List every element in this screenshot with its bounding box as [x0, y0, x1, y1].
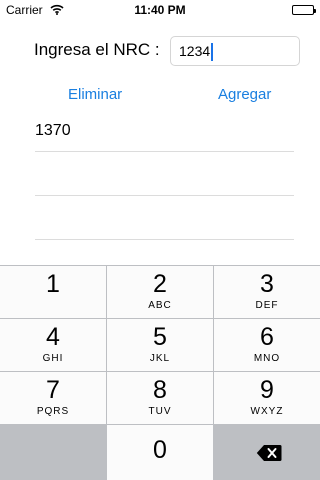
- key-4[interactable]: 4 GHI: [0, 319, 106, 371]
- key-8[interactable]: 8 TUV: [107, 372, 213, 424]
- battery-icon: [292, 5, 316, 15]
- delete-button[interactable]: Eliminar: [68, 86, 122, 103]
- backspace-icon: [256, 444, 282, 467]
- key-letters: MNO: [253, 353, 281, 364]
- key-2[interactable]: 2 ABC: [107, 266, 213, 318]
- key-letters: JKL: [149, 353, 171, 364]
- key-letters: ABC: [148, 300, 172, 311]
- nrc-list: 1370: [35, 117, 294, 240]
- key-digit: 0: [153, 436, 167, 464]
- key-digit: 7: [46, 376, 60, 404]
- key-blank: [0, 425, 106, 480]
- key-letters: DEF: [255, 300, 279, 311]
- key-5[interactable]: 5 JKL: [107, 319, 213, 371]
- key-digit: 3: [260, 270, 274, 298]
- list-item-label: 1370: [35, 122, 71, 139]
- key-7[interactable]: 7 PQRS: [0, 372, 106, 424]
- key-9[interactable]: 9 WXYZ: [214, 372, 320, 424]
- list-item[interactable]: [35, 196, 294, 240]
- key-digit: 8: [153, 376, 167, 404]
- list-item[interactable]: [35, 152, 294, 196]
- key-3[interactable]: 3 DEF: [214, 266, 320, 318]
- status-bar: Carrier 11:40 PM: [0, 0, 320, 20]
- key-letters: PQRS: [36, 406, 70, 417]
- key-letters: GHI: [42, 353, 64, 364]
- key-0[interactable]: 0: [107, 425, 213, 480]
- text-cursor: [211, 43, 214, 62]
- key-digit: 5: [153, 323, 167, 351]
- key-letters: TUV: [148, 406, 172, 417]
- nrc-input-value: 1234: [179, 43, 211, 59]
- key-digit: 2: [153, 270, 167, 298]
- add-button[interactable]: Agregar: [218, 86, 271, 103]
- key-6[interactable]: 6 MNO: [214, 319, 320, 371]
- nrc-label: Ingresa el NRC :: [34, 40, 160, 59]
- key-letters: WXYZ: [250, 406, 284, 417]
- key-digit: 4: [46, 323, 60, 351]
- key-1[interactable]: 1: [0, 266, 106, 318]
- key-digit: 1: [46, 270, 60, 298]
- nrc-input[interactable]: 1234: [170, 36, 300, 66]
- key-digit: 6: [260, 323, 274, 351]
- list-item[interactable]: 1370: [35, 117, 294, 152]
- key-digit: 9: [260, 376, 274, 404]
- clock: 11:40 PM: [134, 3, 186, 17]
